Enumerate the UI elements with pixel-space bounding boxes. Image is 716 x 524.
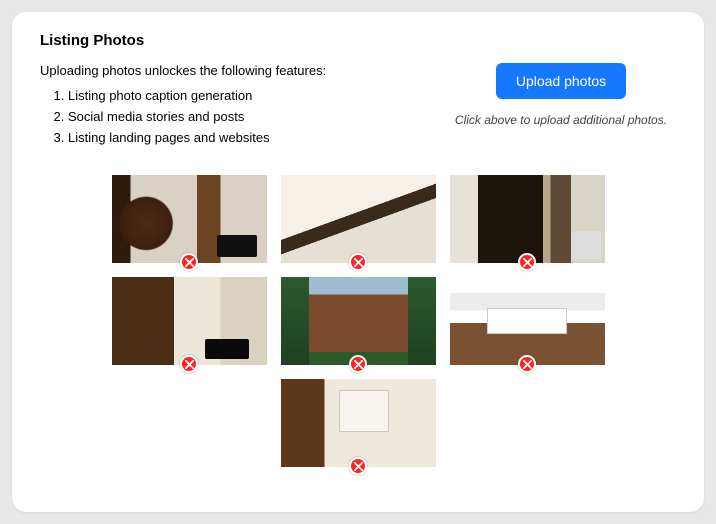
delete-photo-button[interactable] [518,253,536,271]
feature-item: Listing landing pages and websites [68,130,422,145]
close-icon [185,360,194,369]
photo-thumbnail[interactable] [281,277,436,365]
photo-thumbnail[interactable] [450,277,605,365]
close-icon [523,360,532,369]
photo-image [450,175,605,263]
intro-text: Uploading photos unlockes the following … [40,63,422,78]
features-column: Uploading photos unlockes the following … [40,63,422,151]
close-icon [354,462,363,471]
feature-list: Listing photo caption generation Social … [40,88,422,145]
photo-image [281,277,436,365]
upload-column: Upload photos Click above to upload addi… [446,63,676,151]
photo-grid [40,175,676,467]
listing-photos-card: Listing Photos Uploading photos unlockes… [12,12,704,512]
delete-photo-button[interactable] [180,253,198,271]
delete-photo-button[interactable] [518,355,536,373]
delete-photo-button[interactable] [349,457,367,475]
upload-photos-button[interactable]: Upload photos [496,63,626,99]
feature-item: Social media stories and posts [68,109,422,124]
photo-image [112,277,267,365]
photo-thumbnail[interactable] [281,379,436,467]
top-row: Uploading photos unlockes the following … [40,63,676,151]
feature-item: Listing photo caption generation [68,88,422,103]
photo-thumbnail[interactable] [281,175,436,263]
photo-image [112,175,267,263]
delete-photo-button[interactable] [349,355,367,373]
section-title: Listing Photos [40,32,676,49]
upload-caption: Click above to upload additional photos. [455,113,667,127]
photo-thumbnail[interactable] [112,277,267,365]
photo-thumbnail[interactable] [112,175,267,263]
photo-image [281,175,436,263]
photo-thumbnail[interactable] [450,175,605,263]
delete-photo-button[interactable] [349,253,367,271]
close-icon [354,258,363,267]
photo-image [450,277,605,365]
photo-image [281,379,436,467]
close-icon [185,258,194,267]
close-icon [523,258,532,267]
delete-photo-button[interactable] [180,355,198,373]
close-icon [354,360,363,369]
